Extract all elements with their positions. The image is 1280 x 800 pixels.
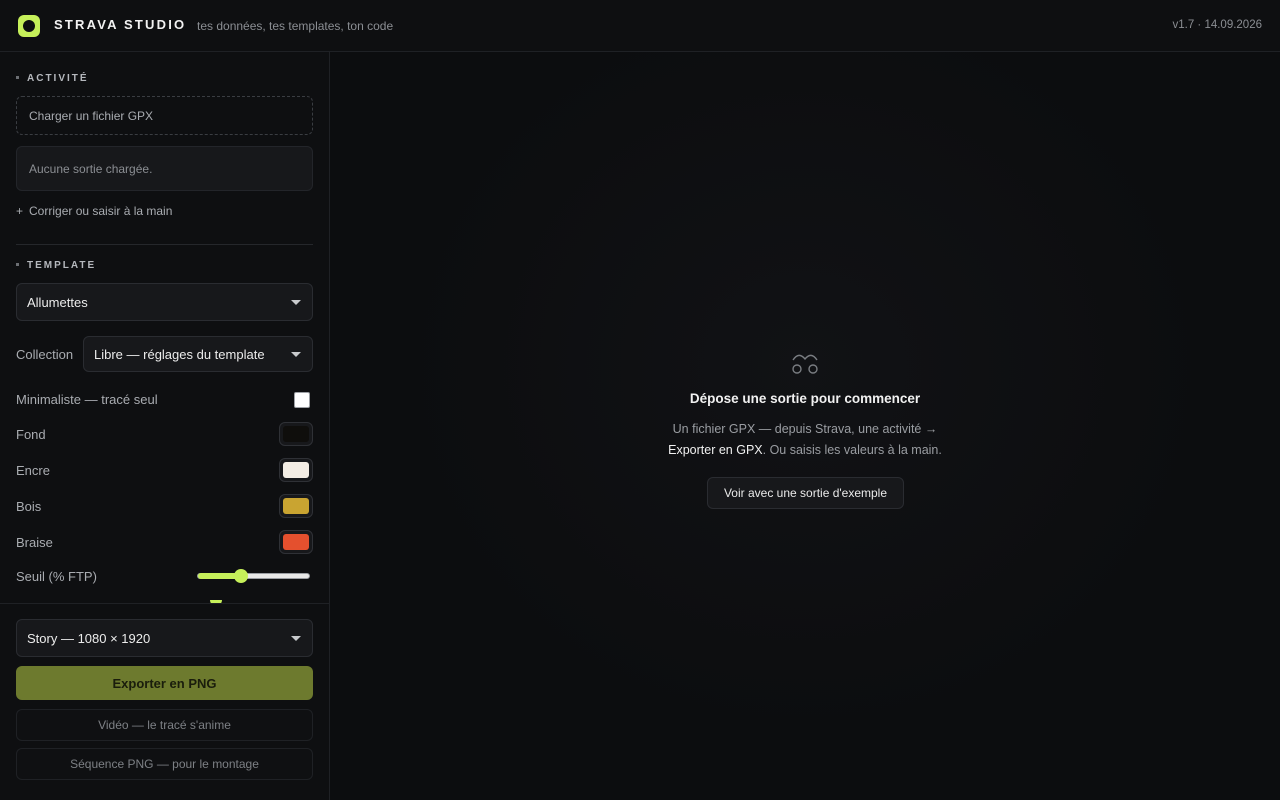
gpx-upload-dropzone[interactable]: Charger un fichier GPX	[16, 96, 313, 135]
color-swatch-fill	[283, 426, 309, 442]
sidebar-export-panel: Story — 1080 × 1920 Exporter en PNG Vidé…	[0, 603, 329, 800]
chevron-down-icon	[291, 300, 301, 305]
color-label-encre: Encre	[16, 463, 50, 478]
sidebar: ACTIVITÉ Charger un fichier GPX Aucune s…	[0, 52, 330, 800]
route-icon	[792, 354, 818, 374]
export-png-button[interactable]: Exporter en PNG	[16, 666, 313, 700]
color-label-bois: Bois	[16, 499, 42, 514]
color-label-braise: Braise	[16, 535, 53, 550]
example-activity-button[interactable]: Voir avec une sortie d'exemple	[707, 477, 904, 509]
color-swatch-fond[interactable]	[279, 422, 313, 446]
app-header: STRAVA STUDIO tes données, tes templates…	[0, 0, 1280, 52]
logo-icon	[18, 15, 40, 37]
collection-select-value: Libre — réglages du template	[94, 346, 265, 362]
template-select-value: Allumettes	[27, 294, 88, 310]
sidebar-settings-panel[interactable]: ACTIVITÉ Charger un fichier GPX Aucune s…	[0, 52, 329, 603]
manual-entry-label: Corriger ou saisir à la main	[29, 204, 173, 218]
slider-thumb[interactable]	[234, 569, 249, 583]
section-divider	[16, 244, 313, 245]
manual-entry-link[interactable]: + Corriger ou saisir à la main	[16, 204, 172, 218]
color-swatch-encre[interactable]	[279, 458, 313, 482]
collection-label: Collection	[16, 347, 74, 362]
minimal-checkbox[interactable]	[294, 392, 310, 408]
gpx-upload-label: Charger un fichier GPX	[29, 109, 154, 123]
collection-select[interactable]: Libre — réglages du template	[83, 336, 313, 372]
empty-state-text-rest: . Ou saisis les valeurs à la main.	[762, 443, 942, 457]
threshold-slider[interactable]	[197, 569, 310, 583]
color-swatch-fill	[283, 534, 309, 550]
plus-icon: +	[16, 204, 24, 218]
empty-state-title: Dépose une sortie pour commencer	[689, 391, 921, 406]
section-label-activity: ACTIVITÉ	[16, 73, 89, 84]
empty-state-text: Un fichier GPX — depuis Strava, une acti…	[672, 422, 938, 436]
chevron-down-icon	[291, 352, 301, 357]
color-swatch-fill	[283, 498, 309, 514]
export-sequence-button[interactable]: Séquence PNG — pour le montage	[16, 748, 313, 780]
color-swatch-fill	[283, 462, 309, 478]
color-swatch-bois[interactable]	[279, 494, 313, 518]
color-swatch-braise[interactable]	[279, 530, 313, 554]
activity-status-text: Aucune sortie chargée.	[29, 162, 153, 176]
export-gpx-hint: Exporter en GPX	[668, 443, 763, 457]
preview-canvas[interactable]: Dépose une sortie pour commencer Un fich…	[330, 52, 1280, 800]
template-select[interactable]: Allumettes	[16, 283, 313, 321]
app-tagline: tes données, tes templates, ton code	[197, 19, 394, 33]
chevron-down-icon	[291, 636, 301, 641]
color-label-fond: Fond	[16, 427, 46, 442]
section-label-template: TEMPLATE	[16, 260, 96, 271]
minimal-label: Minimaliste — tracé seul	[16, 392, 158, 407]
threshold-label: Seuil (% FTP)	[16, 569, 97, 584]
export-video-button[interactable]: Vidéo — le tracé s'anime	[16, 709, 313, 741]
app-title: STRAVA STUDIO	[54, 17, 187, 32]
format-select[interactable]: Story — 1080 × 1920	[16, 619, 313, 657]
activity-status-box: Aucune sortie chargée.	[16, 146, 313, 191]
version-label: v1.7 · 14.09.2026	[1172, 19, 1262, 31]
empty-state-text-2: Exporter en GPX. Ou saisis les valeurs à…	[330, 443, 1280, 457]
format-select-value: Story — 1080 × 1920	[27, 630, 151, 646]
